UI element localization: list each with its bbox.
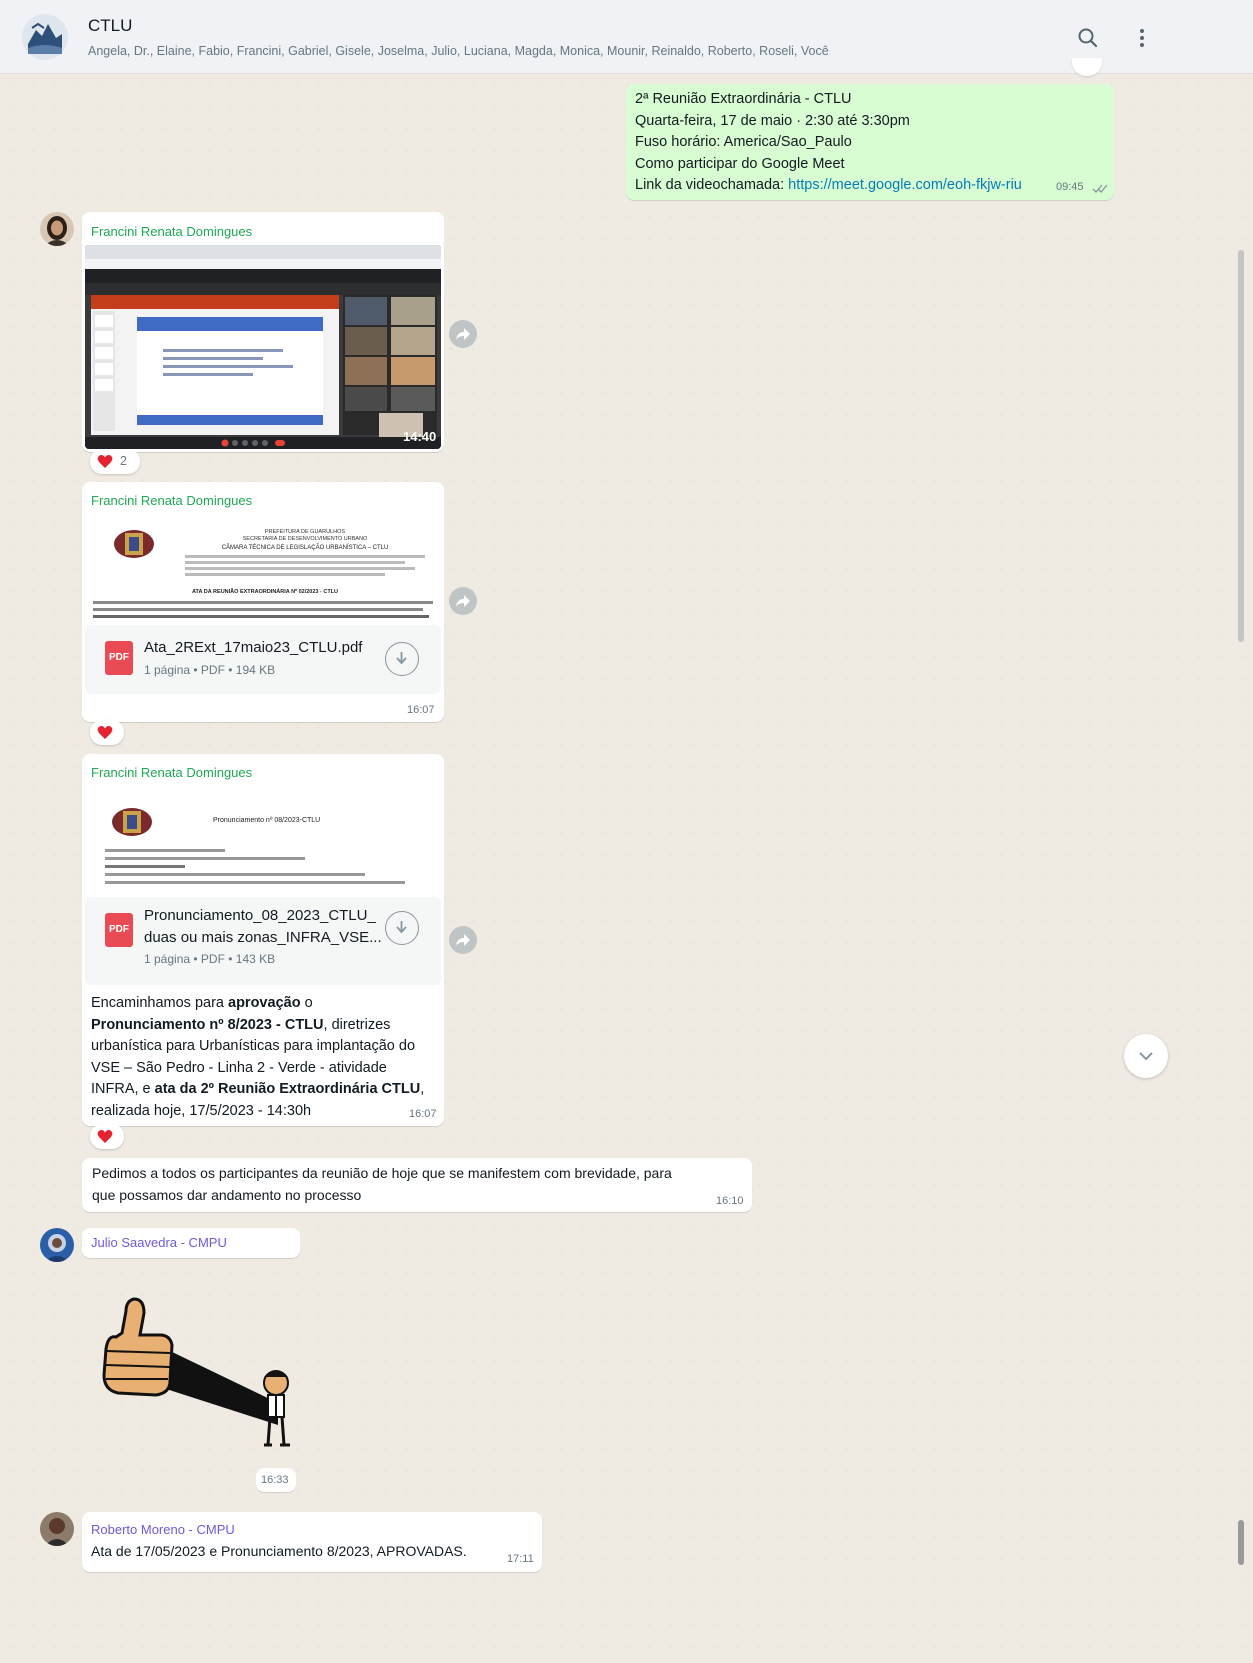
incoming-message-image[interactable]: Francini Renata Domingues 14:40 [82,212,444,452]
preview-header-1: PREFEITURA DE GUARULHOS [264,529,346,535]
message-time: 16:07 [409,1108,437,1120]
chat-title[interactable]: CTLU [88,16,132,36]
document-file-name[interactable]: Ata_2RExt_17maio23_CTLU.pdf [144,637,362,658]
outgoing-message-meet-invite[interactable]: 2ª Reunião Extraordinária - CTLU Quarta-… [626,84,1114,200]
city-crest-icon [114,530,154,558]
meet-link-label: Link da videochamada: [635,177,789,193]
chat-members: Angela, Dr., Elaine, Fabio, Francini, Ga… [88,44,829,58]
preview-title: ATA DA REUNIÃO EXTRAORDINÁRIA Nº 02/2023… [191,589,339,595]
reaction-badge[interactable] [90,720,124,745]
download-icon [396,921,407,934]
message-line-1: Pedimos a todos os participantes da reun… [92,1165,672,1181]
reaction-badge[interactable] [90,1124,124,1149]
image-time: 14:40 [403,429,437,444]
meet-title: 2ª Reunião Extraordinária - CTLU [635,91,852,107]
city-crest-icon [112,808,152,836]
preview-header-2: SECRETARIA DE DESENVOLVIMENTO URBANO [242,536,368,542]
document-meta: 1 página • PDF • 194 KB [144,663,276,677]
pdf-file-icon: PDF [105,913,133,947]
sender-name[interactable]: Roberto Moreno - CMPU [91,1522,235,1537]
chevron-down-icon [1139,1052,1153,1061]
sender-name[interactable]: Francini Renata Domingues [91,493,252,508]
meet-link[interactable]: https://meet.google.com/eoh-fkjw-riu [788,177,1022,193]
message-line-2: que possamos dar andamento no processo [92,1186,362,1203]
document-file-name-line-2[interactable]: duas ou mais zonas_INFRA_VSE... [144,927,382,948]
meet-instructions: Como participar do Google Meet [635,155,845,172]
search-icon[interactable] [1074,24,1102,52]
heart-icon [97,1130,113,1143]
reaction-count: 2 [120,454,127,468]
thumbs-up-sticker[interactable] [98,1295,298,1455]
reaction-badge[interactable]: 2 [90,449,140,474]
document-attachment[interactable]: PDF Pronunciamento_08_2023_CTLU_ duas ou… [85,897,441,985]
download-button[interactable] [385,911,419,945]
avatar[interactable] [40,1512,74,1546]
caption-bold: Pronunciamento nº 8/2023 - CTLU [91,1016,324,1033]
sender-label-bubble[interactable]: Julio Saavedra - CMPU [82,1228,300,1258]
message-time: 16:10 [716,1195,744,1207]
document-file-name-line-1[interactable]: Pronunciamento_08_2023_CTLU_ [144,905,376,926]
forward-icon[interactable] [449,320,477,348]
document-caption: Encaminhamos para aprovação o Pronunciam… [91,995,425,1119]
group-avatar[interactable] [22,14,68,60]
message-time: 16:07 [407,704,435,716]
heart-icon [97,726,113,739]
avatar[interactable] [40,212,74,246]
incoming-message-text[interactable]: Roberto Moreno - CMPU Ata de 17/05/2023 … [82,1512,542,1572]
preview-title: Pronunciamento nº 08/2023-CTLU [213,817,321,824]
sticker-time-badge: 16:33 [256,1468,296,1492]
meet-timezone: Fuso horário: America/Sao_Paulo [635,134,852,150]
forward-icon[interactable] [449,587,477,615]
incoming-message-text[interactable]: Pedimos a todos os participantes da reun… [82,1158,752,1212]
message-time: 17:11 [507,1553,534,1565]
read-ticks-icon [1092,181,1108,199]
sender-name[interactable]: Julio Saavedra - CMPU [91,1235,227,1250]
document-attachment[interactable]: PDF Ata_2RExt_17maio23_CTLU.pdf 1 página… [85,625,441,694]
download-button[interactable] [385,642,419,676]
chat-header[interactable]: CTLU Angela, Dr., Elaine, Fabio, Francin… [0,0,1253,74]
document-preview[interactable]: PREFEITURA DE GUARULHOS SECRETARIA DE DE… [85,515,441,625]
avatar[interactable] [40,1228,74,1262]
sender-name[interactable]: Francini Renata Domingues [91,224,252,239]
download-icon [396,652,407,665]
shared-image[interactable]: 14:40 [85,245,441,449]
forward-icon[interactable] [449,926,477,954]
meet-date: Quarta-feira, 17 de maio · 2:30 até 3:30… [635,112,910,129]
menu-icon[interactable] [1128,24,1156,52]
document-preview[interactable]: Pronunciamento nº 08/2023-CTLU [85,787,441,897]
message-time: 09:45 [1056,181,1084,193]
sender-name[interactable]: Francini Renata Domingues [91,765,252,780]
scroll-to-bottom-button[interactable] [1124,1034,1168,1078]
document-meta: 1 página • PDF • 143 KB [144,952,276,966]
caption-bold: aprovação [228,995,301,1011]
pdf-file-icon: PDF [105,641,133,675]
heart-icon [97,455,113,468]
message-text: Ata de 17/05/2023 e Pronunciamento 8/202… [91,1543,467,1559]
message-time: 16:33 [261,1474,289,1486]
preview-header-3: CÂMARA TÉCNICA DE LEGISLAÇÃO URBANÍSTICA… [221,545,389,551]
caption-bold: ata da 2º Reunião Extraordinária CTLU [154,1081,421,1097]
scrollbar-thumb-secondary[interactable] [1238,1520,1244,1565]
incoming-message-document[interactable]: Francini Renata Domingues Pronunciamento… [82,754,444,1126]
scrollbar-thumb[interactable] [1238,250,1244,642]
incoming-message-document[interactable]: Francini Renata Domingues PREFEITURA DE … [82,482,444,722]
